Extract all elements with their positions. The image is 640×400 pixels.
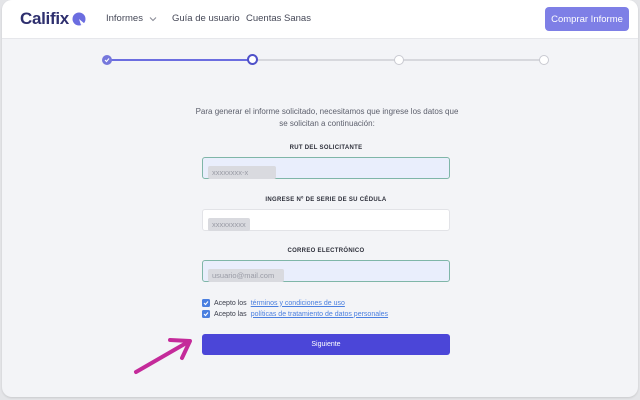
app-window: Califix Informes Guía de usuario Cuentas… xyxy=(2,0,638,397)
progress-stepper xyxy=(2,48,638,72)
serie-cedula-placeholder: xxxxxxxxx xyxy=(208,218,250,231)
rut-placeholder: xxxxxxxx-x xyxy=(208,166,276,179)
nav-cuentas-sanas[interactable]: Cuentas Sanas xyxy=(246,13,311,24)
brand-name: Califix xyxy=(20,9,69,28)
top-navigation: Califix Informes Guía de usuario Cuentas… xyxy=(2,0,638,39)
rut-label: RUT DEL SOLICITANTE xyxy=(289,145,363,151)
step-2-current xyxy=(247,54,258,65)
nav-informes[interactable]: Informes xyxy=(106,13,157,24)
privacy-prefix: Acepto las xyxy=(214,310,247,318)
rut-input[interactable]: xxxxxxxx-x xyxy=(202,157,450,179)
correo-placeholder: usuario@mail.com xyxy=(208,269,284,282)
annotation-arrow-icon xyxy=(134,338,192,374)
correo-input[interactable]: usuario@mail.com xyxy=(202,260,450,282)
step-1-completed xyxy=(102,55,112,65)
step-3-pending xyxy=(394,55,404,65)
serie-cedula-label: INGRESE Nº DE SERIE DE SU CÉDULA xyxy=(265,197,387,203)
privacy-policy-link[interactable]: políticas de tratamiento de datos person… xyxy=(251,311,388,318)
comprar-informe-button[interactable]: Comprar Informe xyxy=(545,7,629,31)
siguiente-button[interactable]: Siguiente xyxy=(202,334,450,355)
terms-consent-row: Acepto los términos y condiciones de uso xyxy=(202,299,345,307)
check-icon xyxy=(104,58,110,63)
chevron-down-icon xyxy=(149,16,157,21)
brand-mark-icon xyxy=(72,12,86,26)
checkmark-icon xyxy=(203,312,209,317)
nav-informes-label: Informes xyxy=(106,13,143,24)
brand-logo[interactable]: Califix xyxy=(20,9,86,29)
terms-checkbox[interactable] xyxy=(202,299,210,307)
terms-link[interactable]: términos y condiciones de uso xyxy=(251,300,345,307)
privacy-checkbox[interactable] xyxy=(202,310,210,318)
checkmark-icon xyxy=(203,301,209,306)
step-4-pending xyxy=(539,55,549,65)
form-intro-text: Para generar el informe solicitado, nece… xyxy=(195,107,459,128)
correo-label: CORREO ELECTRÓNICO xyxy=(287,248,365,254)
privacy-consent-row: Acepto las políticas de tratamiento de d… xyxy=(202,310,388,318)
stepper-line-completed xyxy=(108,59,250,61)
serie-cedula-input[interactable]: xxxxxxxxx xyxy=(202,209,450,231)
terms-prefix: Acepto los xyxy=(214,299,247,307)
nav-guia-de-usuario[interactable]: Guía de usuario xyxy=(172,13,240,24)
